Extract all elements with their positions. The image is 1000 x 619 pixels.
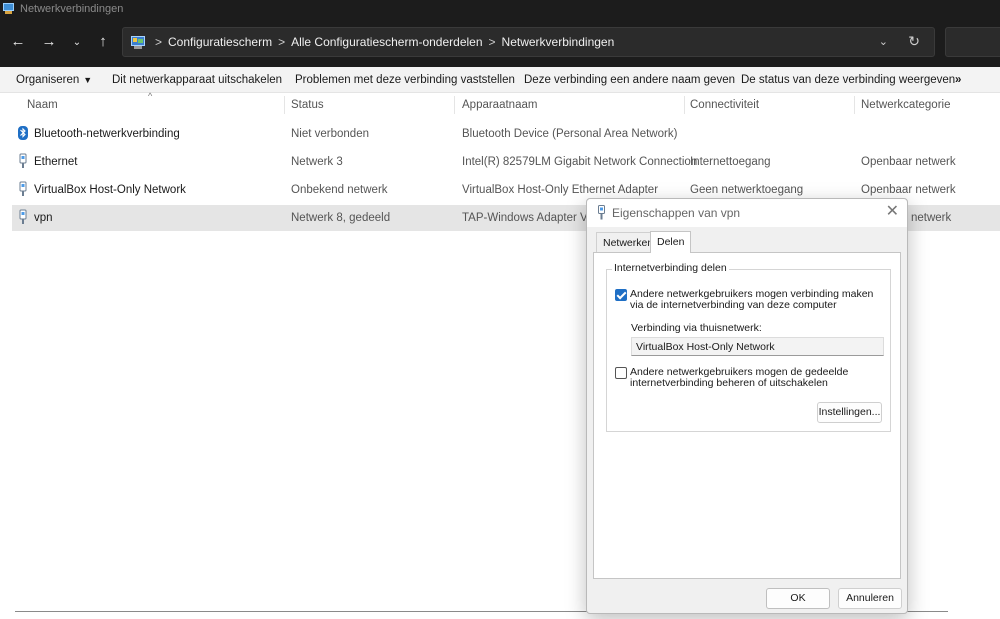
properties-dialog: Eigenschappen van vpn ✕ Netwerken Delen … (586, 198, 908, 614)
control-panel-icon (131, 35, 145, 49)
allow-connect-label: Andere netwerkgebruikers mogen verbindin… (630, 288, 874, 311)
diagnose-connection-button[interactable]: Problemen met deze verbinding vaststelle… (295, 74, 515, 86)
address-dropdown-chevron-icon[interactable]: ⌄ (879, 35, 888, 48)
internet-sharing-group: Internetverbinding delen Andere netwerkg… (606, 262, 891, 432)
table-row[interactable]: Bluetooth-netwerkverbinding Niet verbond… (12, 121, 1000, 147)
sort-ascending-icon: ^ (148, 91, 153, 101)
network-connections-icon (2, 2, 15, 15)
home-network-label: Verbinding via thuisnetwerk: (631, 322, 762, 334)
row-name: VirtualBox Host-Only Network (34, 184, 186, 196)
column-divider[interactable] (454, 96, 455, 114)
breadcrumb-control-panel[interactable]: Configuratiescherm (168, 35, 272, 49)
dropdown-caret-icon: ▼ (83, 75, 93, 85)
column-divider[interactable] (854, 96, 855, 114)
address-bar[interactable]: > Configuratiescherm > Alle Configuratie… (122, 27, 935, 57)
settings-button[interactable]: Instellingen... (817, 402, 882, 423)
column-header-category[interactable]: Netwerkcategorie (861, 99, 950, 111)
dialog-title: Eigenschappen van vpn (612, 206, 741, 220)
network-adapter-icon (19, 153, 27, 168)
up-arrow-icon[interactable]: ↑ (94, 34, 112, 50)
row-category: netwerk (911, 212, 952, 224)
table-row[interactable]: Ethernet Netwerk 3 Intel(R) 82579LM Giga… (12, 149, 1000, 175)
row-status: Niet verbonden (291, 128, 369, 140)
network-adapter-icon (19, 181, 27, 196)
breadcrumb-separator-icon: > (155, 35, 163, 49)
dialog-title-bar[interactable]: Eigenschappen van vpn ✕ (587, 199, 907, 227)
recent-locations-chevron-icon[interactable]: ⌄ (68, 35, 86, 51)
command-bar: Organiseren ▼ Dit netwerkapparaat uitscha… (0, 67, 1000, 93)
column-header-name[interactable]: Naam (27, 99, 58, 111)
breadcrumb-all-control-panel-items[interactable]: Alle Configuratiescherm-onderdelen (291, 35, 482, 49)
breadcrumb-network-connections[interactable]: Netwerkverbindingen (502, 35, 615, 49)
row-name: vpn (34, 212, 53, 224)
column-header-status[interactable]: Status (291, 99, 324, 111)
row-connectivity: Geen netwerktoegang (690, 184, 804, 196)
bluetooth-icon (18, 126, 28, 140)
tab-sharing[interactable]: Delen (650, 231, 692, 253)
rename-connection-button[interactable]: Deze verbinding een andere naam geven (524, 74, 735, 86)
back-arrow-icon[interactable]: ← (9, 34, 27, 50)
window-title: Netwerkverbindingen (20, 2, 124, 15)
column-divider[interactable] (284, 96, 285, 114)
row-category: Openbaar netwerk (861, 184, 956, 196)
ok-button[interactable]: OK (766, 588, 830, 609)
row-device: Bluetooth Device (Personal Area Network) (462, 128, 678, 140)
close-icon[interactable]: ✕ (886, 203, 899, 221)
column-headers: ^ Naam Status Apparaatnaam Connectivitei… (0, 91, 1000, 117)
network-adapter-icon (19, 209, 27, 224)
row-device: VirtualBox Host-Only Ethernet Adapter (462, 184, 659, 196)
row-status: Onbekend netwerk (291, 184, 388, 196)
row-category: Openbaar netwerk (861, 156, 956, 168)
organize-menu-button[interactable]: Organiseren ▼ (16, 74, 92, 86)
breadcrumb-separator-icon: > (488, 35, 496, 49)
navigation-bar: ← → ⌄ ↑ > Configuratiescherm > Alle Conf… (0, 17, 1000, 67)
forward-arrow-icon[interactable]: → (40, 34, 58, 50)
home-network-select[interactable]: VirtualBox Host-Only Network (631, 337, 884, 356)
row-name: Bluetooth-netwerkverbinding (34, 128, 180, 140)
row-name: Ethernet (34, 156, 78, 168)
row-device: Intel(R) 82579LM Gigabit Network Connect… (462, 156, 698, 168)
column-header-device[interactable]: Apparaatnaam (462, 99, 537, 111)
organize-label: Organiseren (16, 74, 80, 86)
refresh-icon[interactable]: ↻ (908, 33, 920, 50)
allow-connect-checkbox[interactable] (615, 289, 627, 301)
column-header-connectivity[interactable]: Connectiviteit (690, 99, 759, 111)
allow-control-checkbox[interactable] (615, 367, 627, 379)
row-connectivity: Internettoegang (690, 156, 771, 168)
row-device: TAP-Windows Adapter V9 (462, 212, 595, 224)
sharing-tab-panel: Internetverbinding delen Andere netwerkg… (593, 252, 901, 579)
title-bar: Netwerkverbindingen (0, 0, 1000, 17)
column-divider[interactable] (684, 96, 685, 114)
view-status-button[interactable]: De status van deze verbinding weergeven (741, 74, 955, 86)
more-commands-chevron-icon[interactable]: » (955, 74, 961, 86)
row-status: Netwerk 8, gedeeld (291, 212, 391, 224)
search-input[interactable] (945, 27, 1000, 57)
allow-control-label: Andere netwerkgebruikers mogen de gedeel… (630, 366, 849, 389)
row-status: Netwerk 3 (291, 156, 343, 168)
network-adapter-icon (598, 205, 605, 220)
cancel-button[interactable]: Annuleren (838, 588, 902, 609)
breadcrumb-separator-icon: > (278, 35, 286, 49)
group-title: Internetverbinding delen (612, 262, 729, 274)
disable-device-button[interactable]: Dit netwerkapparaat uitschakelen (112, 74, 282, 86)
